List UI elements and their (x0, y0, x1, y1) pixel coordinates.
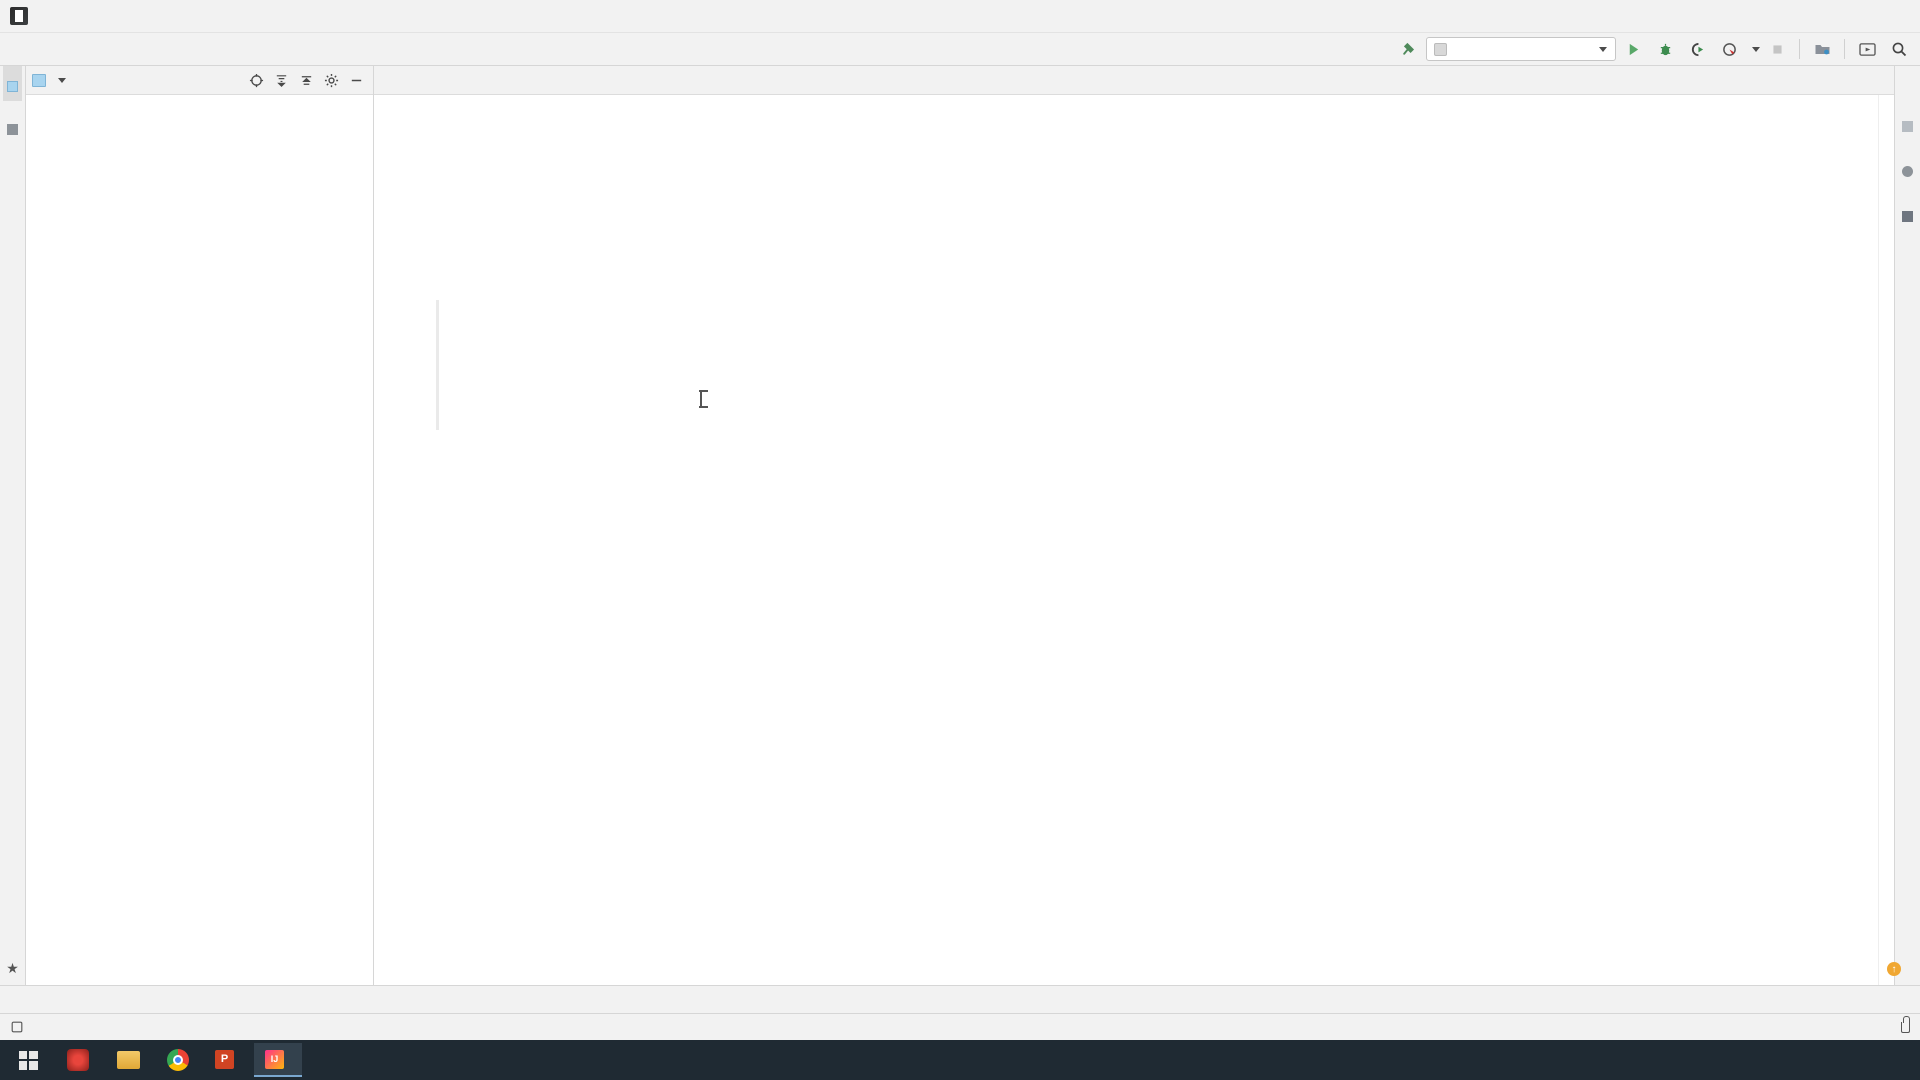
code-block-indent-guide (436, 300, 439, 430)
intellij-icon: IJ (265, 1049, 284, 1069)
sidebar-tab-project[interactable] (3, 66, 22, 101)
editor-gutter[interactable] (374, 95, 436, 985)
window-controls (1782, 0, 1920, 33)
left-tool-strip: ★ (0, 66, 26, 985)
text-mouse-cursor (699, 390, 709, 408)
select-opened-file-icon[interactable] (245, 69, 267, 91)
project-tool-window (26, 66, 374, 985)
toolbar-divider (1799, 39, 1800, 59)
project-tree[interactable] (26, 95, 373, 985)
project-panel-header (26, 66, 373, 95)
toolbar-divider-2 (1844, 39, 1845, 59)
bottom-tool-window-bar: ↑ (0, 962, 1920, 1013)
project-icon (7, 81, 18, 92)
profile-icon[interactable] (1714, 35, 1744, 63)
maven-icon (1902, 121, 1913, 132)
chevron-down-icon[interactable] (1746, 35, 1760, 63)
maximize-button[interactable] (1828, 0, 1874, 33)
config-icon (1434, 42, 1447, 56)
windows-start-icon[interactable] (4, 1040, 52, 1080)
run-with-coverage-icon[interactable] (1682, 35, 1712, 63)
antivirus-icon[interactable] (54, 1040, 102, 1080)
hide-panel-icon[interactable] (345, 69, 367, 91)
star-icon: ★ (6, 960, 19, 976)
editor-main (374, 95, 1894, 985)
read-only-lock-icon[interactable] (1901, 1015, 1910, 1033)
sidebar-tab-structure[interactable] (3, 109, 22, 144)
event-log-icon: ↑ (1887, 962, 1901, 976)
close-button[interactable] (1874, 0, 1920, 33)
run-icon[interactable] (1618, 35, 1648, 63)
project-icon (32, 73, 46, 87)
settings-gear-icon[interactable] (320, 69, 342, 91)
sidebar-tab-database[interactable] (1898, 151, 1917, 186)
status-bar-right (1837, 1015, 1910, 1033)
taskbar-app-intellij[interactable]: IJ (254, 1043, 302, 1077)
sidebar-tab-hierarchy[interactable] (1898, 196, 1917, 231)
powerpoint-icon: P (215, 1049, 234, 1069)
event-log-button[interactable]: ↑ (1887, 962, 1906, 976)
editor-tab-bar (374, 66, 1894, 95)
inspection-marker-panel[interactable] (1878, 95, 1894, 985)
status-bar (0, 1013, 1920, 1040)
search-everywhere-icon[interactable] (1884, 35, 1914, 63)
update-project-icon[interactable] (1807, 35, 1837, 63)
minimize-button[interactable] (1782, 0, 1828, 33)
build-hammer-icon[interactable] (1394, 35, 1424, 63)
database-icon (1902, 166, 1913, 177)
stop-icon[interactable] (1762, 35, 1792, 63)
chevron-down-icon (1599, 46, 1607, 52)
expand-all-icon[interactable] (270, 69, 292, 91)
collapse-all-icon[interactable] (295, 69, 317, 91)
sidebar-tab-favorites[interactable] (9, 942, 17, 960)
menu-bar (0, 0, 1920, 33)
structure-icon (7, 124, 18, 135)
presentation-icon[interactable] (1852, 35, 1882, 63)
code-content[interactable] (436, 95, 1878, 985)
toolbar-right (1394, 35, 1920, 63)
sidebar-tab-maven[interactable] (1898, 106, 1917, 141)
hierarchy-icon (1902, 211, 1913, 222)
chrome-icon[interactable] (154, 1040, 202, 1080)
file-explorer-icon[interactable] (104, 1040, 152, 1080)
navigation-bar (0, 33, 1920, 66)
editor-area (374, 66, 1894, 985)
build-status-icon (10, 1020, 24, 1034)
windows-taskbar: P IJ (0, 1040, 1920, 1080)
run-configuration-selector[interactable] (1426, 37, 1616, 61)
debug-icon[interactable] (1650, 35, 1680, 63)
taskbar-app-powerpoint[interactable]: P (204, 1043, 252, 1077)
right-tool-strip (1894, 66, 1920, 985)
chevron-down-icon[interactable] (58, 77, 66, 83)
intellij-logo-icon (10, 7, 28, 25)
